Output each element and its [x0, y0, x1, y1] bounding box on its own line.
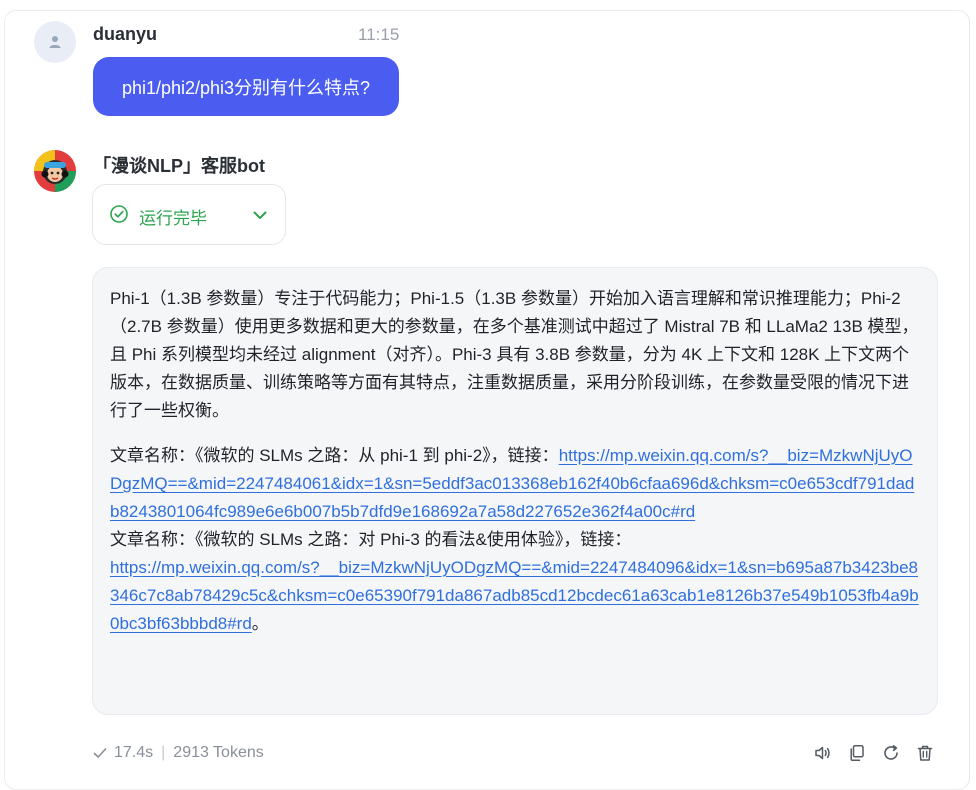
trash-icon: [917, 745, 933, 761]
answer-paragraph: Phi-1（1.3B 参数量）专注于代码能力；Phi-1.5（1.3B 参数量）…: [110, 289, 919, 420]
delete-button[interactable]: [914, 742, 936, 764]
message-actions: [812, 742, 936, 764]
user-name: duanyu: [93, 24, 158, 44]
user-avatar[interactable]: [34, 21, 76, 63]
user-message-text: phi1/phi2/phi3分别有什么特点?: [121, 77, 371, 98]
reference-2-end: 。: [251, 614, 269, 633]
bot-avatar[interactable]: [34, 150, 76, 192]
read-aloud-button[interactable]: [812, 742, 834, 764]
chevron-down-icon: [253, 211, 267, 219]
token-count: 2913 Tokens: [173, 744, 264, 761]
copy-button[interactable]: [846, 742, 868, 764]
bot-answer-bubble: Phi-1（1.3B 参数量）专注于代码能力；Phi-1.5（1.3B 参数量）…: [92, 267, 938, 715]
refresh-icon: [884, 745, 898, 760]
reference-2-link[interactable]: https://mp.weixin.qq.com/s?__biz=MzkwNjU…: [110, 558, 919, 633]
reference-1-label: 文章名称：《微软的 SLMs 之路：从 phi-1 到 phi-2》，链接：: [110, 446, 559, 465]
check-circle-icon: [110, 205, 128, 223]
reference-2-label: 文章名称：《微软的 SLMs 之路：对 Phi-3 的看法&使用体验》，链接：: [110, 530, 632, 549]
regenerate-button[interactable]: [880, 742, 902, 764]
reference-1: 文章名称：《微软的 SLMs 之路：从 phi-1 到 phi-2》，链接：ht…: [110, 442, 919, 526]
copy-icon: [850, 745, 864, 761]
run-status-text: 运行完毕: [139, 209, 207, 228]
user-message-bubble: phi1/phi2/phi3分别有什么特点?: [93, 57, 399, 116]
message-meta: 17.4s | 2913 Tokens: [92, 742, 264, 764]
reference-2: 文章名称：《微软的 SLMs 之路：对 Phi-3 的看法&使用体验》，链接： h…: [110, 526, 919, 638]
run-status-dropdown[interactable]: 运行完毕: [92, 184, 286, 245]
speaker-icon: [815, 746, 830, 760]
meta-divider: |: [161, 744, 166, 761]
response-duration: 17.4s: [114, 744, 154, 761]
check-icon: [93, 748, 107, 758]
bot-avatar-illustration: [34, 150, 76, 192]
person-icon: [49, 36, 61, 48]
bot-name: 「漫谈NLP」客服bot: [93, 156, 265, 176]
message-time: 11:15: [358, 25, 400, 44]
